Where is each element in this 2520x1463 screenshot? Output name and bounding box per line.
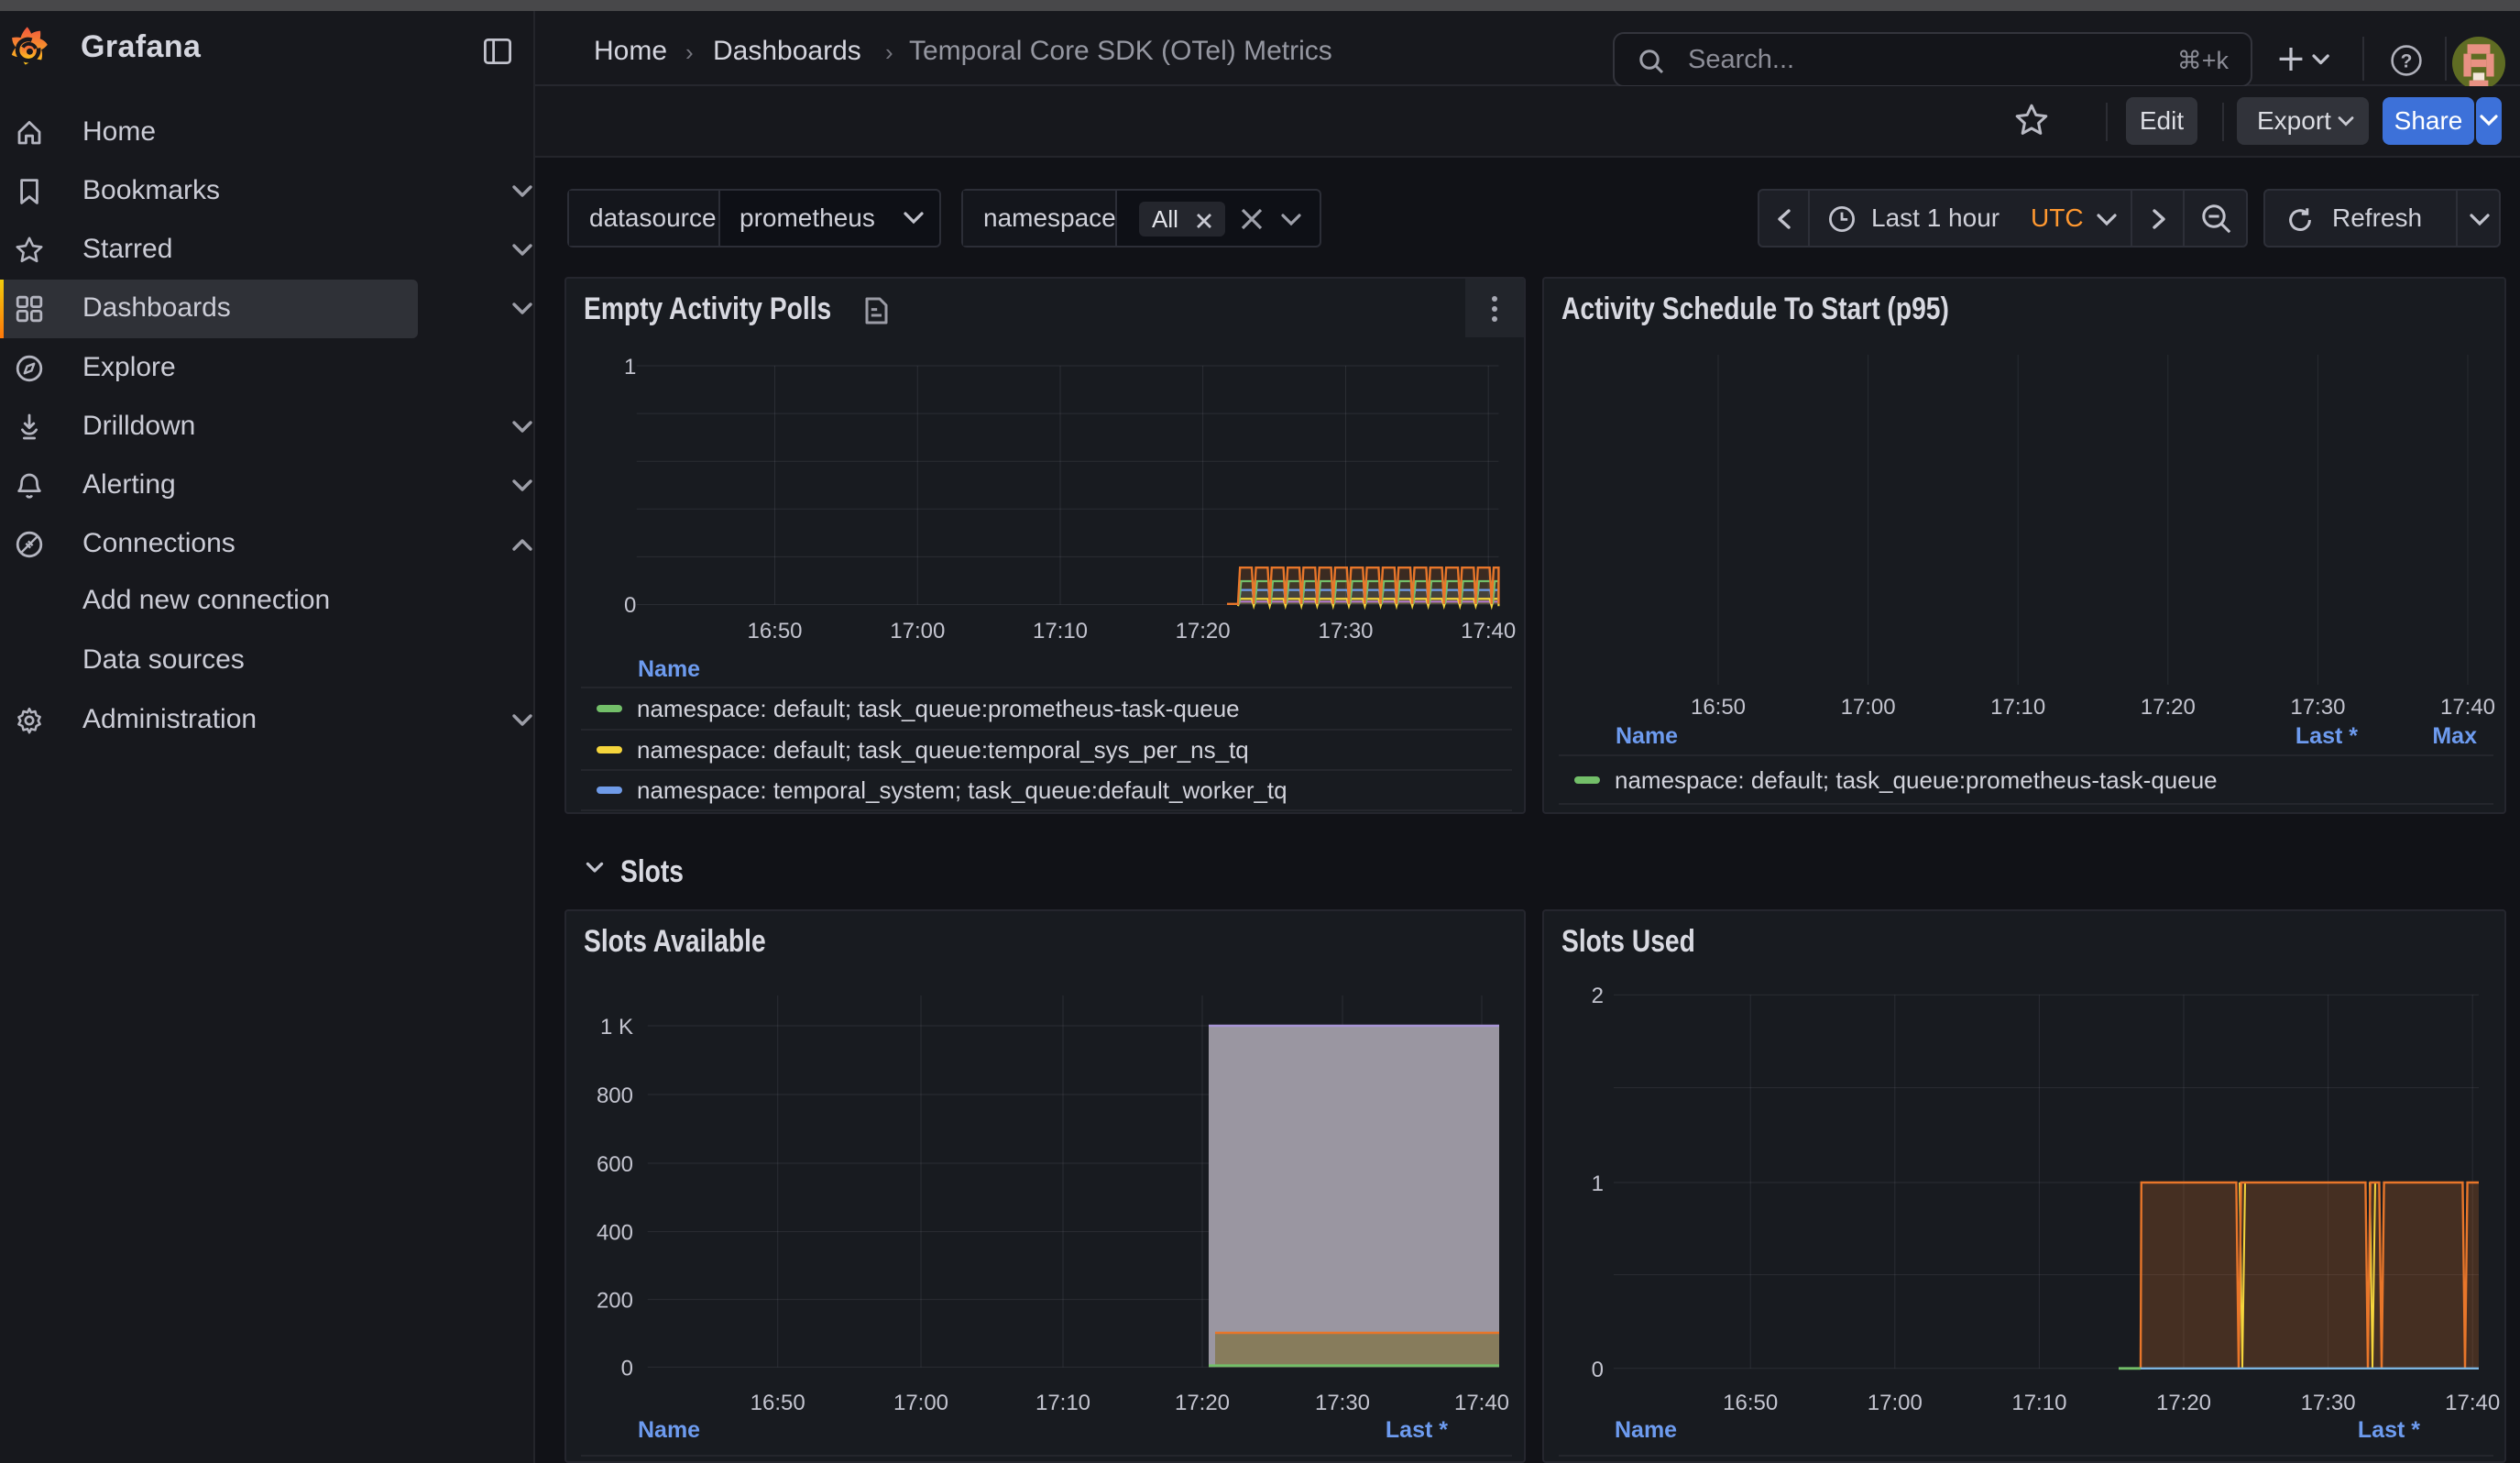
svg-text:17:20: 17:20 [2141,695,2196,720]
svg-text:0: 0 [621,1356,633,1380]
svg-text:17:00: 17:00 [893,1391,948,1415]
svg-text:17:40: 17:40 [1461,619,1516,644]
svg-text:400: 400 [597,1221,633,1246]
svg-text:200: 200 [597,1289,633,1314]
svg-text:1 K: 1 K [600,1015,633,1040]
svg-text:17:40: 17:40 [1454,1391,1509,1415]
svg-text:800: 800 [597,1084,633,1108]
svg-text:16:50: 16:50 [1723,1391,1778,1415]
svg-text:600: 600 [597,1152,633,1177]
svg-text:1: 1 [624,355,636,380]
svg-text:17:20: 17:20 [2156,1391,2211,1415]
svg-text:17:30: 17:30 [2290,695,2345,720]
svg-text:17:10: 17:10 [1990,695,2045,720]
svg-text:17:00: 17:00 [1868,1391,1923,1415]
svg-text:17:10: 17:10 [1033,619,1088,644]
svg-text:17:40: 17:40 [2445,1391,2500,1415]
svg-text:16:50: 16:50 [747,619,802,644]
svg-text:?: ? [2401,51,2413,72]
svg-text:2: 2 [1592,984,1604,1008]
svg-text:17:40: 17:40 [2440,695,2495,720]
svg-text:17:10: 17:10 [2011,1391,2066,1415]
svg-text:17:30: 17:30 [1318,619,1373,644]
svg-text:17:20: 17:20 [1176,619,1231,644]
svg-text:17:20: 17:20 [1175,1391,1230,1415]
svg-text:17:30: 17:30 [2301,1391,2356,1415]
svg-text:0: 0 [1592,1358,1604,1382]
svg-text:17:10: 17:10 [1035,1391,1090,1415]
svg-text:16:50: 16:50 [751,1391,805,1415]
svg-text:16:50: 16:50 [1691,695,1746,720]
svg-text:17:00: 17:00 [1841,695,1896,720]
svg-text:0: 0 [624,593,636,618]
svg-text:17:00: 17:00 [890,619,945,644]
svg-text:1: 1 [1592,1172,1604,1196]
svg-text:17:30: 17:30 [1315,1391,1370,1415]
